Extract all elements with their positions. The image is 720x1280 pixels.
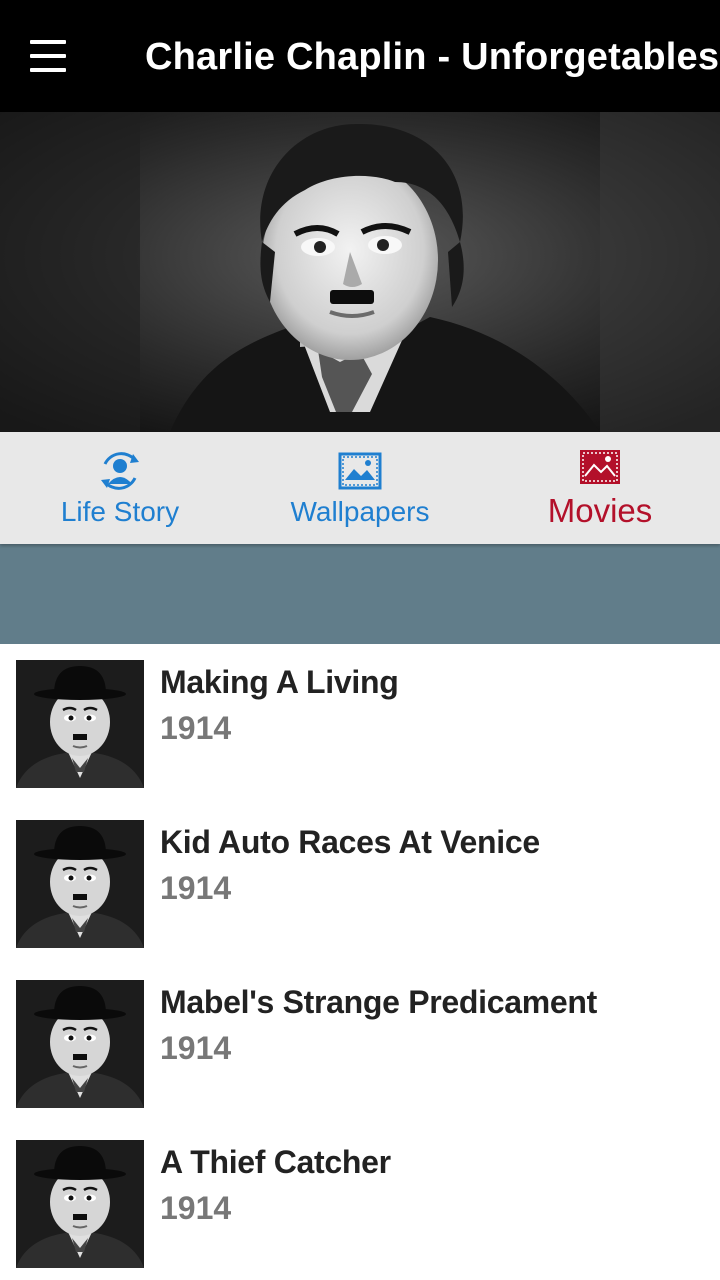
- tab-wallpapers[interactable]: Wallpapers: [240, 432, 480, 544]
- tab-label: Life Story: [60, 496, 180, 527]
- movie-year: 1914: [160, 710, 232, 746]
- tab-label: Wallpapers: [290, 496, 430, 527]
- header-band: [0, 544, 720, 644]
- app-bar: Charlie Chaplin - Unforgetables: [0, 0, 720, 112]
- hamburger-menu-icon[interactable]: [18, 30, 78, 82]
- movie-year: 1914: [160, 1190, 232, 1226]
- app-title: Charlie Chaplin - Unforgetables: [145, 36, 720, 78]
- list-item[interactable]: Mabel's Strange Predicament 1914: [0, 964, 720, 1124]
- movie-title: Making A Living: [160, 664, 399, 700]
- movie-title: Kid Auto Races At Venice: [160, 824, 540, 860]
- tab-life-story[interactable]: Life Story: [0, 432, 240, 544]
- tab-movies[interactable]: Movies: [480, 432, 720, 544]
- tab-label: Movies: [547, 492, 653, 529]
- movie-year: 1914: [160, 870, 232, 906]
- movie-thumbnail: [16, 660, 144, 788]
- movie-thumbnail: [16, 1140, 144, 1268]
- movie-year: 1914: [160, 1030, 232, 1066]
- hero-portrait-image: [0, 112, 720, 432]
- list-item[interactable]: Kid Auto Races At Venice 1914: [0, 804, 720, 964]
- movie-list: Making A Living 1914 Kid Auto Races At V…: [0, 644, 720, 1280]
- list-item[interactable]: Making A Living 1914: [0, 644, 720, 804]
- person-sync-icon: [101, 452, 139, 490]
- list-item[interactable]: A Thief Catcher 1914: [0, 1124, 720, 1280]
- movie-title: Mabel's Strange Predicament: [160, 984, 597, 1020]
- movie-thumbnail: [16, 980, 144, 1108]
- movie-title: A Thief Catcher: [160, 1144, 391, 1180]
- movie-thumbnail: [16, 820, 144, 948]
- tab-bar: Life Story Wallpapers Movies: [0, 432, 720, 544]
- image-icon: [580, 450, 620, 484]
- image-icon: [338, 452, 382, 490]
